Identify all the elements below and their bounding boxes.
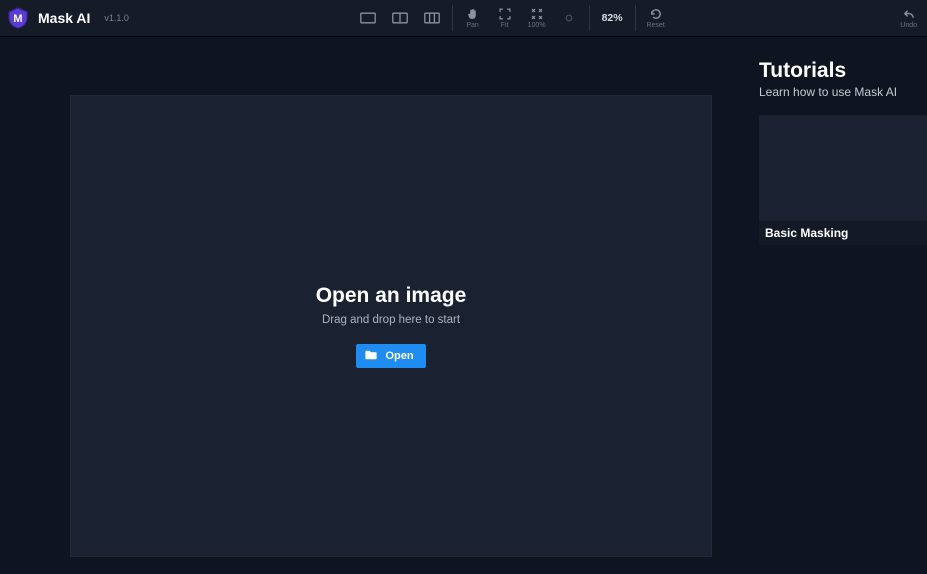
nav-group: Pan Fit 100% — [457, 0, 585, 36]
reset-label: Reset — [646, 22, 664, 29]
open-button[interactable]: Open — [356, 344, 425, 368]
tutorial-thumbnail — [759, 115, 927, 221]
app-title: Mask AI — [38, 10, 90, 26]
folder-icon — [364, 348, 378, 365]
reset-button[interactable]: Reset — [640, 0, 672, 36]
tutorial-caption: Basic Masking — [759, 221, 927, 245]
fit-label: Fit — [501, 22, 509, 29]
view-split3-button[interactable] — [416, 0, 448, 36]
main-area: Open an image Drag and drop here to star… — [0, 37, 927, 574]
view-single-button[interactable] — [352, 0, 384, 36]
tutorial-card[interactable]: Basic Masking — [759, 115, 927, 245]
zoom100-label: 100% — [528, 22, 546, 29]
progress-indicator — [553, 0, 585, 36]
undo-button[interactable]: Undo — [894, 0, 923, 36]
app-version: v1.1.0 — [104, 13, 129, 23]
dropzone[interactable]: Open an image Drag and drop here to star… — [70, 95, 712, 557]
sidebar-subtitle: Learn how to use Mask AI — [759, 85, 927, 99]
dropzone-subtitle: Drag and drop here to start — [322, 314, 460, 326]
view-split2-button[interactable] — [384, 0, 416, 36]
open-button-label: Open — [385, 350, 413, 362]
app-logo-icon: M — [6, 6, 30, 30]
canvas-area: Open an image Drag and drop here to star… — [0, 37, 759, 574]
dropzone-title: Open an image — [316, 284, 467, 308]
zoom-value[interactable]: 82% — [594, 12, 631, 24]
sidebar-title: Tutorials — [759, 59, 927, 85]
zoom100-button[interactable]: 100% — [521, 0, 553, 36]
pan-button[interactable]: Pan — [457, 0, 489, 36]
pan-label: Pan — [466, 22, 478, 29]
svg-text:M: M — [13, 13, 22, 25]
app-logo-group: M Mask AI v1.1.0 — [4, 6, 129, 30]
tutorials-sidebar: Tutorials Learn how to use Mask AI Basic… — [759, 37, 927, 574]
view-mode-group — [352, 0, 448, 36]
top-toolbar: M Mask AI v1.1.0 Pan Fit 100% — [0, 0, 927, 37]
undo-label: Undo — [900, 22, 917, 29]
fit-button[interactable]: Fit — [489, 0, 521, 36]
